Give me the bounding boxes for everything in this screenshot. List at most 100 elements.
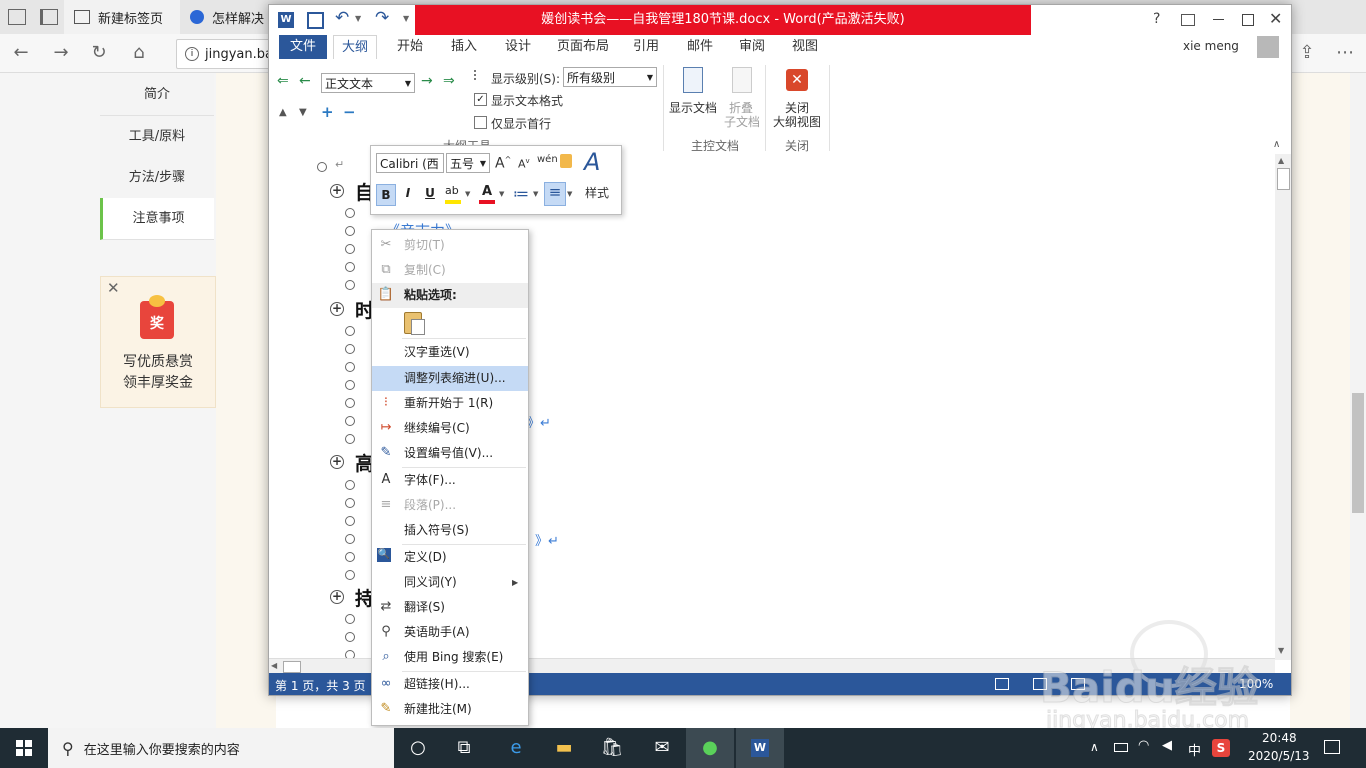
outline-expand-marker[interactable]: + — [330, 590, 344, 604]
sidebar-item-notes[interactable]: 注意事项 — [100, 198, 214, 240]
styles-label[interactable]: 样式 — [585, 184, 609, 201]
outline-expand-marker[interactable]: + — [330, 455, 344, 469]
expand-icon[interactable]: + — [321, 103, 334, 121]
shrink-font-icon[interactable]: Av — [518, 157, 530, 171]
menu-item-translate[interactable]: ⇄ 翻译(S) — [372, 595, 528, 620]
outline-bullet[interactable] — [345, 416, 355, 426]
user-avatar[interactable] — [1257, 36, 1279, 58]
menu-item-new-comment[interactable]: ✎ 新建批注(M) — [372, 697, 528, 722]
outline-bullet[interactable] — [345, 552, 355, 562]
ribbon-display-icon[interactable] — [1181, 14, 1195, 26]
menu-item-set-numbering-value[interactable]: ✎ 设置编号值(V)... — [372, 441, 528, 466]
task-view-icon[interactable]: ⧉ — [440, 728, 488, 768]
paste-keep-text-icon[interactable] — [404, 312, 425, 335]
sogou-ime-icon[interactable]: S — [1212, 739, 1230, 757]
reward-promo[interactable]: ✕ 奖 写优质悬赏 领丰厚奖金 — [100, 276, 216, 408]
bullets-icon[interactable]: ≔ — [513, 184, 529, 203]
outline-expand-marker[interactable]: + — [330, 184, 344, 198]
cortana-icon[interactable]: ○ — [394, 728, 442, 768]
menu-item-reconvert[interactable]: 汉字重选(V) — [372, 340, 528, 365]
font-color-dropdown-icon[interactable]: ▼ — [499, 190, 504, 198]
save-icon[interactable] — [307, 12, 324, 29]
collapse-icon[interactable]: − — [343, 103, 356, 121]
scroll-left-icon[interactable]: ◀ — [271, 661, 277, 670]
redo-icon[interactable]: ↷ — [375, 8, 389, 28]
tab-home[interactable]: 开始 — [389, 35, 431, 59]
outline-bullet[interactable] — [345, 480, 355, 490]
outline-bullet[interactable] — [345, 570, 355, 580]
tab-design[interactable]: 设计 — [497, 35, 539, 59]
back-icon[interactable]: ← — [10, 42, 32, 64]
tab-outline[interactable]: 大纲 — [333, 35, 378, 60]
menu-item-adjust-list-indent[interactable]: 调整列表缩进(U)... — [372, 366, 528, 391]
outline-bullet[interactable] — [317, 162, 327, 172]
undo-dropdown-icon[interactable]: ▼ — [355, 14, 361, 23]
outline-bullet[interactable] — [345, 280, 355, 290]
read-mode-icon[interactable] — [995, 678, 1009, 690]
edge-icon[interactable]: e — [492, 728, 540, 768]
scroll-up-icon[interactable]: ▲ — [1278, 156, 1284, 165]
font-size-select[interactable]: 五号 ▼ — [446, 153, 490, 173]
tab-view[interactable]: 视图 — [784, 35, 826, 59]
bullets-dropdown-icon[interactable]: ▼ — [533, 190, 538, 198]
customize-qat-icon[interactable]: ▼ — [403, 14, 409, 23]
format-painter-icon[interactable] — [560, 154, 572, 168]
show-text-format-checkbox[interactable]: ✓ — [474, 93, 487, 106]
word-taskbar-icon[interactable]: W — [736, 728, 784, 768]
promote-to-heading1-icon[interactable]: ⇐ — [277, 73, 289, 89]
menu-item-font[interactable]: A 字体(F)... — [372, 468, 528, 493]
close-window-icon[interactable]: ✕ — [1269, 9, 1282, 28]
taskbar-search[interactable]: ⚲ 在这里输入你要搜索的内容 — [48, 728, 394, 768]
outline-bullet[interactable] — [345, 262, 355, 272]
menu-item-english-assistant[interactable]: ⚲ 英语助手(A) — [372, 620, 528, 645]
menu-item-copy[interactable]: ⧉ 复制(C) — [372, 258, 528, 283]
close-outline-icon[interactable]: ✕ — [786, 69, 808, 91]
outline-bullet[interactable] — [345, 226, 355, 236]
outline-bullet[interactable] — [345, 344, 355, 354]
menu-item-paragraph[interactable]: ≡ 段落(P)... — [372, 493, 528, 518]
network-icon[interactable]: ◠ — [1138, 738, 1149, 753]
outline-bullet[interactable] — [345, 398, 355, 408]
sidebar-item-intro[interactable]: 简介 — [100, 74, 214, 116]
refresh-icon[interactable]: ↻ — [88, 42, 110, 64]
share-icon[interactable]: ⇪ — [1296, 42, 1318, 64]
tab-layout[interactable]: 页面布局 — [549, 35, 617, 59]
outline-bullet[interactable] — [345, 244, 355, 254]
tab-mailings[interactable]: 邮件 — [679, 35, 721, 59]
tab-actions-icon[interactable] — [8, 9, 26, 25]
menu-item-insert-symbol[interactable]: 插入符号(S) — [372, 518, 528, 543]
outline-bullet[interactable] — [345, 516, 355, 526]
wechat-icon[interactable]: ● — [686, 728, 734, 768]
outline-bullet[interactable] — [345, 380, 355, 390]
home-icon[interactable]: ⌂ — [128, 42, 150, 64]
styles-icon[interactable]: A — [584, 148, 600, 176]
undo-icon[interactable]: ↶ — [335, 8, 349, 28]
collapse-ribbon-icon[interactable]: ∧ — [1273, 139, 1280, 150]
outline-bullet[interactable] — [345, 614, 355, 624]
outline-expand-marker[interactable]: + — [330, 302, 344, 316]
store-icon[interactable]: 🛍 — [588, 728, 636, 768]
set-aside-tabs-icon[interactable] — [40, 9, 58, 25]
mail-icon[interactable]: ✉ — [638, 728, 686, 768]
tab-review[interactable]: 审阅 — [731, 35, 773, 59]
sidebar-item-steps[interactable]: 方法/步骤 — [100, 157, 214, 199]
outline-level-select[interactable]: 正文文本 ▼ — [321, 73, 415, 93]
font-color-button[interactable]: A — [479, 184, 495, 204]
scroll-thumb[interactable] — [283, 661, 301, 673]
move-up-icon[interactable]: ▲ — [279, 107, 287, 118]
sidebar-item-tools[interactable]: 工具/原料 — [100, 116, 214, 158]
show-hidden-icons[interactable]: ∧ — [1090, 740, 1099, 754]
close-outline-label2[interactable]: 大纲视图 — [773, 113, 821, 130]
page-scroll-thumb[interactable] — [1352, 393, 1364, 513]
tab-new[interactable]: 新建标签页 — [64, 0, 180, 34]
volume-icon[interactable]: ◀ — [1162, 738, 1172, 753]
minimize-icon[interactable] — [1213, 19, 1224, 20]
highlight-icon[interactable]: ab — [445, 184, 461, 204]
page-count[interactable]: 第 1 页，共 3 页 — [275, 677, 366, 694]
clock-time[interactable]: 20:48 — [1262, 731, 1297, 745]
notifications-icon[interactable] — [1324, 740, 1340, 754]
grow-font-icon[interactable]: A^ — [495, 155, 511, 172]
menu-item-hyperlink[interactable]: ∞ 超链接(H)... — [372, 672, 528, 697]
user-name[interactable]: xie meng — [1183, 39, 1239, 53]
windows-start-icon[interactable] — [0, 728, 48, 768]
